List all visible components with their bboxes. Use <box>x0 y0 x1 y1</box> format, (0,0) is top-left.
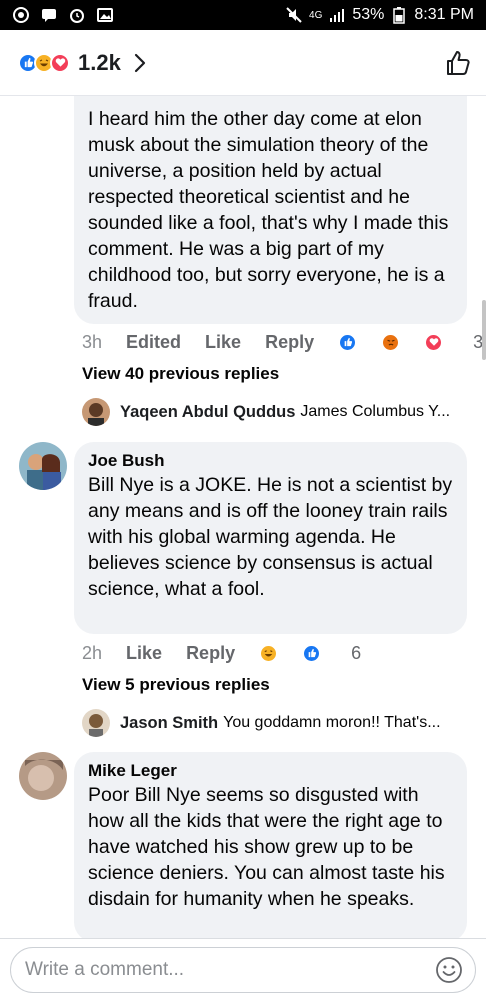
battery-icon <box>390 6 408 24</box>
comment-text: Poor Bill Nye seems so disgusted with ho… <box>88 784 445 910</box>
comment-reaction-count: 6 <box>351 642 362 663</box>
comment-bubble[interactable]: I heard him the other day come at elon m… <box>74 96 467 324</box>
comment-text: I heard him the other day come at elon m… <box>88 108 449 312</box>
like-button[interactable]: Like <box>205 332 241 353</box>
reply-author[interactable]: Yaqeen Abdul Quddus <box>120 403 295 422</box>
reply-button[interactable]: Reply <box>186 643 235 664</box>
comment-actions: 3h Edited Like Reply 37 <box>82 330 486 354</box>
comment-reactions[interactable]: 37 <box>338 332 486 353</box>
reaction-count[interactable]: 1.2k <box>78 50 121 76</box>
comment-reactions[interactable]: 6 <box>259 643 361 664</box>
comment-input-placeholder[interactable]: Write a comment... <box>25 959 435 981</box>
comment-time: 2h <box>82 642 103 663</box>
scrollbar[interactable] <box>482 300 486 360</box>
comment-author[interactable]: Mike Leger <box>88 760 453 782</box>
chevron-right-icon[interactable] <box>133 52 147 74</box>
app-notification-icon <box>12 6 30 24</box>
reply-preview: James Columbus Y... <box>300 403 451 420</box>
like-button[interactable]: Like <box>126 643 162 664</box>
like-post-button[interactable] <box>444 49 472 77</box>
thumbs-up-icon <box>447 50 470 75</box>
avatar <box>82 709 110 737</box>
network-type: 4G <box>309 9 323 21</box>
reply-author[interactable]: Jason Smith <box>120 714 218 733</box>
image-notification-icon <box>96 6 114 24</box>
view-previous-replies[interactable]: View 5 previous replies <box>82 675 270 695</box>
comment-composer: Write a comment... <box>0 938 486 1000</box>
latest-reply[interactable]: Yaqeen Abdul Quddus James Columbus Y... <box>82 398 450 426</box>
clock: 8:31 PM <box>414 6 474 23</box>
edited-label[interactable]: Edited <box>126 332 181 353</box>
comment-bubble[interactable]: Mike Leger Poor Bill Nye seems so disgus… <box>74 752 467 942</box>
view-previous-replies[interactable]: View 40 previous replies <box>82 364 279 384</box>
avatar[interactable] <box>19 442 67 490</box>
comment-bubble[interactable]: Joe Bush Bill Nye is a JOKE. He is not a… <box>74 442 467 634</box>
emoji-icon[interactable] <box>435 956 463 984</box>
comment-author[interactable]: Joe Bush <box>88 450 453 472</box>
haha-reaction-icon <box>259 643 279 663</box>
angry-reaction-icon <box>381 332 401 352</box>
reply-button[interactable]: Reply <box>265 332 314 353</box>
reaction-summary[interactable] <box>18 52 70 73</box>
love-reaction-icon <box>50 52 70 73</box>
battery-percent: 53% <box>352 6 385 23</box>
comment-input[interactable]: Write a comment... <box>10 947 476 993</box>
latest-reply[interactable]: Jason Smith You goddamn moron!! That's..… <box>82 709 441 737</box>
comment-time: 3h <box>82 331 103 352</box>
comment-actions: 2h Like Reply 6 <box>82 641 373 665</box>
reply-preview: You goddamn moron!! That's... <box>223 714 441 731</box>
message-notification-icon <box>40 6 58 24</box>
status-bar: 4G 53% 8:31 PM <box>0 0 486 30</box>
reactions-header: 1.2k <box>0 30 486 96</box>
like-reaction-icon <box>338 332 358 352</box>
alarm-notification-icon <box>68 6 86 24</box>
signal-icon <box>328 6 346 24</box>
mute-icon <box>285 6 303 24</box>
like-reaction-icon <box>302 643 322 663</box>
love-reaction-icon <box>424 332 444 352</box>
avatar[interactable] <box>19 752 67 800</box>
avatar <box>82 398 110 426</box>
comment-text: Bill Nye is a JOKE. He is not a scientis… <box>88 474 453 600</box>
